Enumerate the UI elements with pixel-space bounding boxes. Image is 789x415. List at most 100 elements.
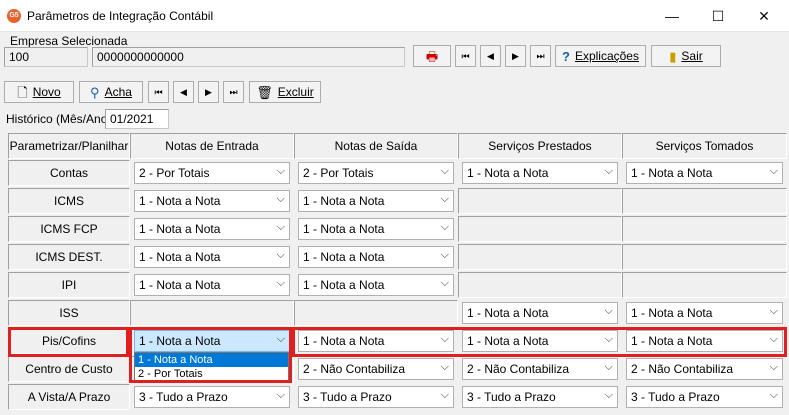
cell-combobox[interactable]: 1 - Nota a Nota ⌵ (298, 274, 454, 296)
cell-combobox[interactable]: 1 - Nota a Nota ⌵ (134, 190, 290, 212)
chevron-down-icon[interactable]: ⌵ (277, 193, 285, 206)
close-button[interactable]: ✕ (741, 0, 787, 32)
printer-icon: 🖶 (425, 48, 439, 64)
chevron-down-icon[interactable]: ⌵ (441, 277, 449, 290)
cell-combobox[interactable]: 1 - Nota a Nota ⌵ (626, 302, 783, 324)
chevron-down-icon[interactable]: ⌵ (605, 361, 613, 374)
row-label: A Vista/A Prazo (8, 384, 130, 410)
dropdown-list[interactable]: 1 - Nota a Nota 2 - Por Totais (134, 352, 289, 383)
combobox-value: 1 - Nota a Nota (303, 334, 385, 348)
next-icon: ▶ (512, 50, 519, 61)
cell-combobox[interactable]: 3 - Tudo a Prazo ⌵ (626, 386, 783, 408)
cell-combobox[interactable]: 1 - Nota a Nota ⌵ (134, 274, 290, 296)
combobox-value: 1 - Nota a Nota (303, 250, 385, 264)
cell-combobox[interactable]: 3 - Tudo a Prazo ⌵ (298, 386, 454, 408)
first-record-button[interactable]: ⏮ (455, 45, 476, 67)
cell-combobox[interactable]: 1 - Nota a Nota ⌵ (134, 246, 290, 268)
chevron-down-icon[interactable]: ⌵ (277, 165, 285, 178)
dropdown-option[interactable]: 1 - Nota a Nota (135, 353, 288, 367)
combobox-value: 3 - Tudo a Prazo (303, 390, 392, 404)
cell-combobox[interactable]: 1 - Nota a Nota ⌵ (462, 302, 618, 324)
chevron-down-icon[interactable]: ⌵ (605, 165, 613, 178)
chevron-down-icon[interactable]: ⌵ (605, 305, 613, 318)
combobox-value: 3 - Tudo a Prazo (467, 390, 556, 404)
chevron-down-icon[interactable]: ⌵ (441, 221, 449, 234)
acha-label: Acha (104, 85, 132, 99)
window-title: Parâmetros de Integração Contábil (27, 9, 214, 23)
combobox-value: 1 - Nota a Nota (631, 334, 713, 348)
combobox-value: 3 - Tudo a Prazo (139, 390, 228, 404)
chevron-down-icon[interactable]: ⌵ (277, 389, 285, 402)
chevron-down-icon[interactable]: ⌵ (770, 361, 778, 374)
prev-record-button[interactable]: ◀ (480, 45, 501, 67)
chevron-down-icon[interactable]: ⌵ (441, 389, 449, 402)
combobox-value: 1 - Nota a Nota (139, 278, 221, 292)
combobox-value: 2 - Não Contabiliza (631, 362, 734, 376)
cell-combobox[interactable]: 1 - Nota a Nota ⌵ (134, 330, 290, 352)
next-record-button-2[interactable]: ▶ (198, 81, 219, 103)
cell-combobox[interactable]: 1 - Nota a Nota ⌵ (298, 246, 454, 268)
chevron-down-icon[interactable]: ⌵ (770, 333, 778, 346)
cell-combobox[interactable]: 1 - Nota a Nota ⌵ (298, 330, 454, 352)
cell-combobox[interactable]: 2 - Não Contabiliza ⌵ (462, 358, 618, 380)
chevron-down-icon[interactable]: ⌵ (277, 277, 285, 290)
first-icon: ⏮ (154, 86, 163, 97)
chevron-down-icon[interactable]: ⌵ (770, 305, 778, 318)
chevron-down-icon[interactable]: ⌵ (277, 221, 285, 234)
combobox-value: 3 - Tudo a Prazo (631, 390, 720, 404)
cell-combobox[interactable]: 2 - Por Totais ⌵ (298, 162, 454, 184)
chevron-down-icon[interactable]: ⌵ (605, 333, 613, 346)
sair-button[interactable]: ▮ Sair (651, 45, 721, 67)
chevron-down-icon[interactable]: ⌵ (277, 249, 285, 262)
prev-icon: ◀ (180, 86, 187, 97)
column-header: Notas de Entrada (130, 133, 294, 159)
dropdown-option[interactable]: 2 - Por Totais (135, 367, 288, 381)
cell-combobox[interactable]: 1 - Nota a Nota ⌵ (462, 162, 618, 184)
chevron-down-icon[interactable]: ⌵ (441, 249, 449, 262)
chevron-down-icon[interactable]: ⌵ (770, 389, 778, 402)
chevron-down-icon[interactable]: ⌵ (441, 165, 449, 178)
next-record-button[interactable]: ▶ (505, 45, 526, 67)
acha-button[interactable]: ⚲ Acha (79, 81, 143, 103)
chevron-down-icon[interactable]: ⌵ (277, 333, 285, 346)
combobox-value: 2 - Não Contabiliza (467, 362, 570, 376)
row-label: Contas (8, 160, 130, 186)
first-record-button-2[interactable]: ⏮ (148, 81, 169, 103)
cell-combobox[interactable]: 2 - Não Contabiliza ⌵ (626, 358, 783, 380)
cell-combobox[interactable]: 1 - Nota a Nota ⌵ (626, 330, 783, 352)
cell-combobox[interactable]: 1 - Nota a Nota ⌵ (298, 218, 454, 240)
maximize-button[interactable]: ☐ (695, 0, 741, 32)
minimize-button[interactable]: — (649, 0, 695, 32)
last-record-button-2[interactable]: ⏭ (223, 81, 244, 103)
cell-combobox[interactable]: 2 - Não Contabiliza ⌵ (298, 358, 454, 380)
combobox-value: 2 - Não Contabiliza (303, 362, 406, 376)
cell-combobox[interactable]: 3 - Tudo a Prazo ⌵ (134, 386, 290, 408)
chevron-down-icon[interactable]: ⌵ (441, 193, 449, 206)
historico-field[interactable]: 01/2021 (105, 109, 169, 129)
novo-label: Novo (32, 85, 61, 99)
column-header: Serviços Prestados (458, 133, 622, 159)
chevron-down-icon[interactable]: ⌵ (441, 361, 449, 374)
explicacoes-label: Explicações (574, 49, 639, 63)
empty-cell (622, 244, 787, 270)
chevron-down-icon[interactable]: ⌵ (605, 389, 613, 402)
combobox-value: 1 - Nota a Nota (139, 194, 221, 208)
explicacoes-button[interactable]: ? Explicações (555, 45, 646, 67)
chevron-down-icon[interactable]: ⌵ (441, 333, 449, 346)
cell-combobox[interactable]: 1 - Nota a Nota ⌵ (462, 330, 618, 352)
empty-cell (622, 272, 787, 298)
cell-combobox[interactable]: 1 - Nota a Nota ⌵ (134, 218, 290, 240)
prev-record-button-2[interactable]: ◀ (173, 81, 194, 103)
trash-icon: 🗑 (256, 84, 273, 100)
cell-combobox[interactable]: 3 - Tudo a Prazo ⌵ (462, 386, 618, 408)
combobox-value: 1 - Nota a Nota (303, 278, 385, 292)
cell-combobox[interactable]: 1 - Nota a Nota ⌵ (626, 162, 783, 184)
excluir-button[interactable]: 🗑 Excluir (249, 81, 321, 103)
chevron-down-icon[interactable]: ⌵ (770, 165, 778, 178)
cell-combobox[interactable]: 2 - Por Totais ⌵ (134, 162, 290, 184)
excluir-label: Excluir (277, 85, 314, 99)
novo-button[interactable]: 🗋 Novo (4, 81, 74, 103)
last-record-button[interactable]: ⏭ (530, 45, 551, 67)
print-button[interactable]: 🖶 (413, 45, 451, 67)
cell-combobox[interactable]: 1 - Nota a Nota ⌵ (298, 190, 454, 212)
